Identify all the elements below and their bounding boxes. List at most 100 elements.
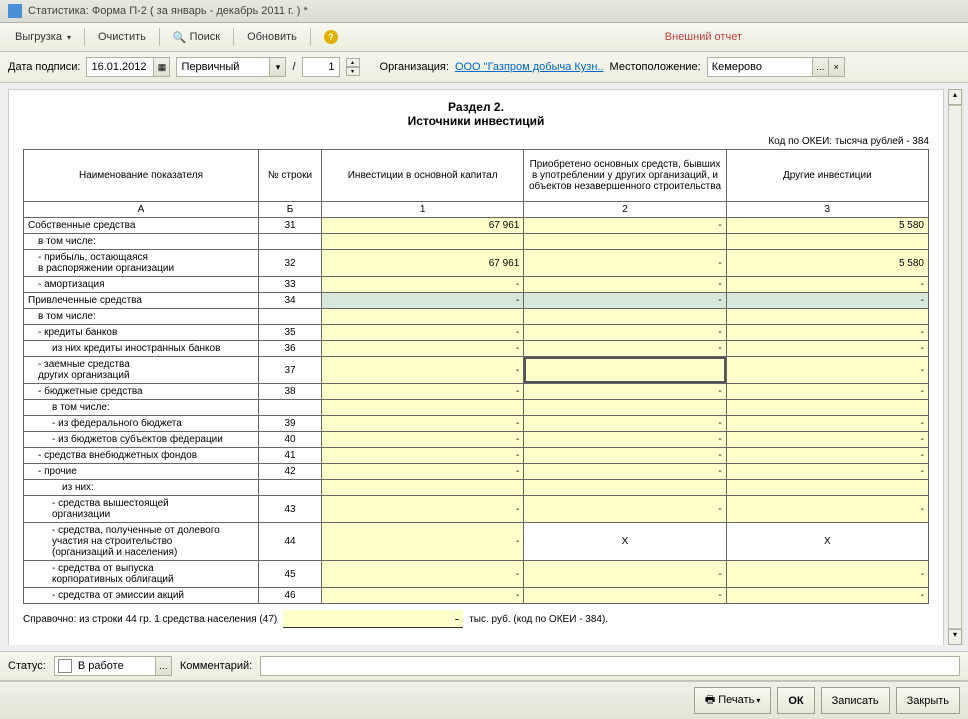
row-name: - кредиты банков — [24, 325, 259, 341]
data-cell[interactable]: - — [322, 341, 524, 357]
row-name: - из бюджетов субъектов федерации — [24, 432, 259, 448]
data-cell[interactable]: - — [524, 496, 726, 523]
external-report-label: Внешний отчет — [665, 31, 742, 43]
row-name: из них кредиты иностранных банков — [24, 341, 259, 357]
data-cell[interactable]: - — [322, 325, 524, 341]
location-input[interactable]: … × — [707, 57, 845, 77]
row-name: - средства внебюджетных фондов — [24, 448, 259, 464]
data-cell[interactable]: - — [524, 561, 726, 588]
data-cell[interactable]: - — [322, 277, 524, 293]
col-header: Наименование показателя — [24, 150, 259, 202]
data-cell[interactable]: - — [524, 416, 726, 432]
status-icon — [58, 659, 72, 673]
vertical-scrollbar[interactable]: ▴▾ — [948, 89, 964, 645]
data-cell[interactable]: - — [524, 341, 726, 357]
data-cell[interactable]: - — [322, 384, 524, 400]
okei-label: Код по ОКЕИ: тысяча рублей - 384 — [23, 136, 929, 147]
app-icon — [8, 4, 22, 18]
data-cell[interactable]: - — [524, 432, 726, 448]
data-cell[interactable]: - — [524, 277, 726, 293]
data-cell[interactable]: - — [524, 384, 726, 400]
status-select[interactable]: … — [54, 656, 172, 676]
data-cell[interactable]: - — [322, 432, 524, 448]
section-subtitle: Источники инвестиций — [23, 114, 929, 128]
col-header: Другие инвестиции — [726, 150, 928, 202]
data-cell[interactable]: - — [322, 561, 524, 588]
data-cell: - — [726, 293, 928, 309]
data-cell[interactable]: - — [726, 416, 928, 432]
data-cell[interactable]: - — [322, 523, 524, 561]
data-cell[interactable]: - — [524, 218, 726, 234]
row-name: - прочие — [24, 464, 259, 480]
data-cell[interactable]: - — [322, 357, 524, 384]
data-table: Наименование показателя № строки Инвести… — [23, 149, 929, 604]
print-button[interactable]: Печать — [694, 687, 771, 714]
bottom-bar: Печать ОК Записать Закрыть — [0, 681, 968, 719]
data-cell[interactable]: - — [726, 277, 928, 293]
number-spinner[interactable]: ▴▾ — [346, 58, 360, 76]
data-cell[interactable]: 67 961 — [322, 218, 524, 234]
data-cell[interactable]: 5 580 — [726, 218, 928, 234]
row-name: - средства от выпускакорпоративных облиг… — [24, 561, 259, 588]
data-cell[interactable]: - — [726, 561, 928, 588]
org-link[interactable]: ООО "Газпром добыча Кузн.. — [455, 61, 604, 73]
data-cell[interactable]: - — [524, 448, 726, 464]
params-bar: Дата подписи: ▦ ▾ / ▴▾ Организация: ООО … — [0, 52, 968, 83]
data-cell[interactable]: - — [726, 588, 928, 604]
location-label: Местоположение: — [610, 61, 701, 73]
data-cell[interactable]: - — [322, 464, 524, 480]
data-cell[interactable]: - — [322, 416, 524, 432]
help-icon: ? — [324, 30, 338, 44]
data-cell[interactable]: - — [322, 496, 524, 523]
document-page: Раздел 2. Источники инвестиций Код по ОК… — [8, 89, 944, 645]
row-name: - амортизация — [24, 277, 259, 293]
sign-date-input[interactable]: ▦ — [86, 57, 170, 77]
data-cell[interactable]: - — [322, 448, 524, 464]
data-cell[interactable]: - — [726, 357, 928, 384]
dropdown-icon[interactable]: ▾ — [269, 58, 285, 76]
data-cell[interactable]: - — [726, 341, 928, 357]
ok-button[interactable]: ОК — [777, 687, 814, 714]
report-number-input[interactable] — [302, 57, 340, 77]
document-area: Раздел 2. Источники инвестиций Код по ОК… — [0, 83, 968, 651]
search-button[interactable]: 🔍Поиск — [164, 27, 229, 48]
row-name: - бюджетные средства — [24, 384, 259, 400]
data-cell[interactable]: - — [726, 464, 928, 480]
col-header: Инвестиции в основной капитал — [322, 150, 524, 202]
data-cell[interactable]: - — [524, 464, 726, 480]
org-label: Организация: — [380, 61, 449, 73]
calendar-icon[interactable]: ▦ — [153, 58, 169, 76]
row-name: - прибыль, остающаясяв распоряжении орга… — [24, 250, 259, 277]
data-cell[interactable]: - — [726, 325, 928, 341]
data-cell[interactable]: 5 580 — [726, 250, 928, 277]
title-bar: Статистика: Форма П-2 ( за январь - дека… — [0, 0, 968, 23]
clear-button[interactable]: Очистить — [89, 27, 155, 47]
footnote-input[interactable] — [283, 610, 463, 628]
save-button[interactable]: Записать — [821, 687, 890, 714]
ellipsis-icon[interactable]: … — [812, 58, 828, 76]
row-name: Привлеченные средства — [24, 293, 259, 309]
data-cell[interactable]: - — [524, 250, 726, 277]
refresh-button[interactable]: Обновить — [238, 27, 306, 47]
data-cell[interactable]: 67 961 — [322, 250, 524, 277]
data-cell[interactable]: - — [322, 588, 524, 604]
data-cell[interactable]: - — [726, 448, 928, 464]
data-cell: - — [524, 293, 726, 309]
report-type-select[interactable]: ▾ — [176, 57, 286, 77]
section-title: Раздел 2. — [23, 100, 929, 114]
data-cell[interactable]: - — [524, 588, 726, 604]
data-cell[interactable]: - — [726, 496, 928, 523]
comment-input[interactable] — [260, 656, 960, 676]
status-bar: Статус: … Комментарий: — [0, 651, 968, 681]
row-name: - из федерального бюджета — [24, 416, 259, 432]
help-button[interactable]: ? — [315, 26, 347, 48]
close-button[interactable]: Закрыть — [896, 687, 960, 714]
data-cell[interactable]: - — [726, 432, 928, 448]
data-cell[interactable]: - — [524, 325, 726, 341]
data-cell[interactable]: - — [726, 384, 928, 400]
clear-icon[interactable]: × — [828, 58, 844, 76]
ellipsis-icon[interactable]: … — [155, 657, 171, 675]
export-button[interactable]: Выгрузка — [6, 27, 80, 47]
row-name: - заемные средствадругих организаций — [24, 357, 259, 384]
footnote: Справочно: из строки 44 гр. 1 средства н… — [23, 610, 929, 628]
